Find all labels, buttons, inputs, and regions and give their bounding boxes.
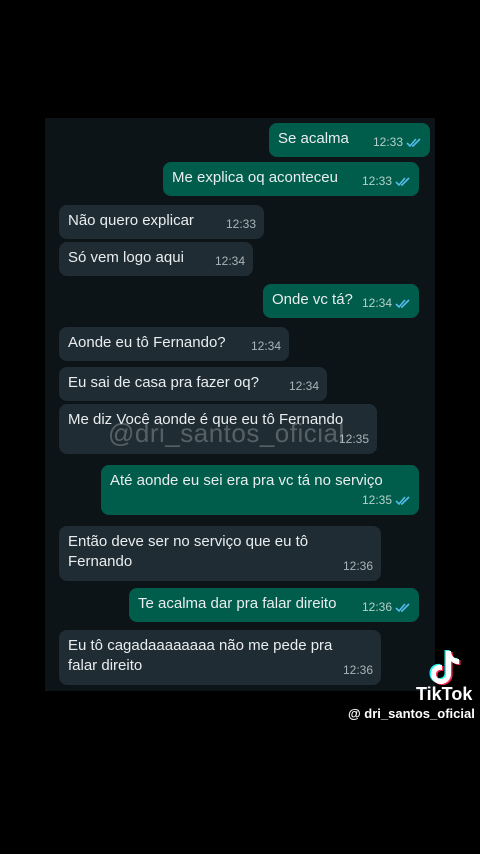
message-outgoing[interactable]: Até aonde eu sei era pra vc tá no serviç… [101, 465, 419, 515]
chat-area: Se acalma 12:33 Me explica oq aconteceu … [45, 118, 435, 691]
read-receipt-icon [395, 298, 410, 308]
message-incoming[interactable]: Então deve ser no serviço que eu tô Fern… [59, 526, 381, 581]
message-text: Se acalma [278, 130, 349, 147]
read-receipt-icon [395, 602, 410, 612]
message-time: 12:33 [372, 135, 403, 149]
message-text-line: Eu tô cagadaaaaaaaa não me pede pra [68, 637, 333, 654]
message-incoming[interactable]: Aonde eu tô Fernando? 12:34 [59, 327, 289, 361]
message-outgoing[interactable]: Te acalma dar pra falar direito 12:36 [129, 588, 419, 622]
message-meta: 12:33 [373, 132, 422, 152]
message-text-line: Então deve ser no serviço que eu tô [68, 533, 309, 550]
message-time: 12:36 [342, 559, 373, 573]
message-meta: 12:35 [362, 490, 411, 510]
message-time: 12:33 [225, 217, 256, 231]
message-outgoing[interactable]: Me explica oq aconteceu 12:33 [163, 162, 419, 196]
message-time: 12:34 [361, 296, 392, 310]
tiktok-handle: @ dri_santos_oficial [348, 706, 475, 721]
message-outgoing[interactable]: Se acalma 12:33 [269, 123, 430, 157]
message-meta: 12:34 [251, 336, 281, 356]
message-time: 12:34 [214, 254, 245, 268]
message-text-line: falar direito [68, 657, 143, 674]
read-receipt-icon [395, 176, 410, 186]
message-incoming[interactable]: Não quero explicar 12:33 [59, 205, 264, 239]
message-meta: 12:33 [226, 214, 256, 234]
message-incoming[interactable]: Só vem logo aqui 12:34 [59, 242, 253, 276]
read-receipt-icon [395, 495, 410, 505]
message-text: Me explica oq aconteceu [172, 169, 338, 186]
message-time: 12:33 [361, 174, 392, 188]
message-outgoing[interactable]: Onde vc tá? 12:34 [263, 284, 419, 318]
message-meta: 12:34 [215, 251, 245, 271]
tiktok-brand: TikTok [416, 684, 473, 704]
message-text: Onde vc tá? [272, 291, 353, 308]
message-meta: 12:36 [343, 556, 373, 576]
message-text: Te acalma dar pra falar direito [138, 595, 337, 612]
message-meta: 12:36 [343, 660, 373, 680]
message-meta: 12:33 [362, 171, 411, 191]
message-text: Não quero explicar [68, 212, 194, 229]
message-time: 12:34 [250, 339, 281, 353]
message-meta: 12:36 [362, 597, 411, 617]
message-text: Eu sai de casa pra fazer oq? [68, 374, 259, 391]
message-incoming[interactable]: Eu tô cagadaaaaaaaa não me pede pra fala… [59, 630, 381, 685]
message-time: 12:36 [342, 663, 373, 677]
message-meta: 12:34 [362, 293, 411, 313]
watermark: @dri_santos_oficial [108, 418, 345, 448]
message-text: Até aonde eu sei era pra vc tá no serviç… [110, 472, 383, 489]
message-text: Aonde eu tô Fernando? [68, 334, 226, 351]
message-time: 12:36 [361, 600, 392, 614]
read-receipt-icon [406, 137, 421, 147]
message-time: 12:35 [361, 493, 392, 507]
message-text-line: Fernando [68, 553, 133, 570]
message-meta: 12:34 [289, 376, 319, 396]
message-time: 12:34 [288, 379, 319, 393]
message-text: Só vem logo aqui [68, 249, 184, 266]
message-incoming[interactable]: Eu sai de casa pra fazer oq? 12:34 [59, 367, 327, 401]
tiktok-logo-icon [429, 650, 461, 685]
